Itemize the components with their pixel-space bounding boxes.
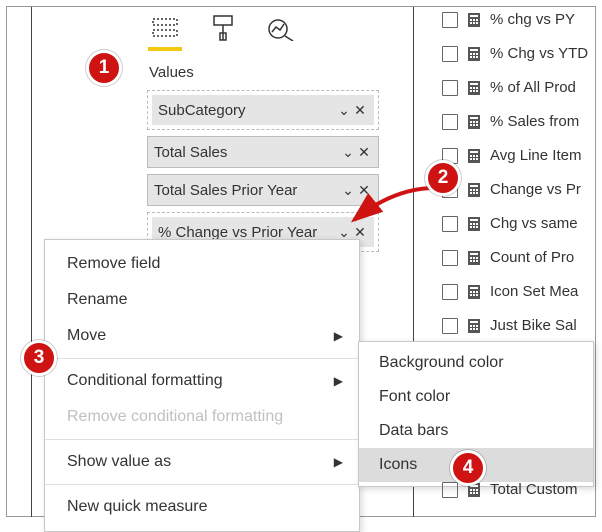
- checkbox-icon[interactable]: [442, 114, 458, 130]
- field-row[interactable]: Avg Line Item: [442, 143, 588, 168]
- remove-icon[interactable]: ✕: [352, 224, 368, 241]
- menu-label: New quick measure: [67, 498, 208, 516]
- field-context-menu: Remove field Rename Move ▶ Conditional fo…: [44, 239, 360, 532]
- checkbox-icon[interactable]: [442, 284, 458, 300]
- field-well-group: Total Sales Prior Year ⌄ ✕: [147, 174, 379, 206]
- chevron-down-icon[interactable]: ⌄: [336, 102, 352, 119]
- field-label: % of All Prod: [490, 79, 576, 96]
- field-pill-subcategory[interactable]: SubCategory ⌄ ✕: [152, 95, 374, 125]
- field-label: Just Bike Sal: [490, 317, 577, 334]
- field-label: Count of Pro: [490, 249, 574, 266]
- menu-label: Conditional formatting: [67, 372, 223, 390]
- chevron-down-icon[interactable]: ⌄: [340, 144, 356, 161]
- field-well-group: Total Sales ⌄ ✕: [147, 136, 379, 168]
- checkbox-icon[interactable]: [442, 80, 458, 96]
- values-label: Values: [149, 64, 194, 81]
- menu-remove-conditional-formatting: Remove conditional formatting: [45, 399, 359, 435]
- divider-left: [31, 7, 32, 517]
- menu-move[interactable]: Move ▶: [45, 318, 359, 354]
- checkbox-icon[interactable]: [442, 250, 458, 266]
- format-tab-icon[interactable]: [208, 13, 238, 43]
- menu-show-value-as[interactable]: Show value as ▶: [45, 444, 359, 480]
- analytics-tab-icon[interactable]: [266, 13, 296, 43]
- field-well-group-top: SubCategory ⌄ ✕: [147, 90, 379, 130]
- field-label: % Sales from: [490, 113, 579, 130]
- measure-icon: [466, 114, 482, 130]
- measure-icon: [466, 318, 482, 334]
- annotation-badge-4: 4: [450, 450, 486, 486]
- chevron-down-icon[interactable]: ⌄: [340, 182, 356, 199]
- field-pill-label: % Change vs Prior Year: [158, 224, 336, 241]
- field-row[interactable]: Chg vs same: [442, 211, 588, 236]
- field-pill-label: SubCategory: [158, 102, 336, 119]
- checkbox-icon[interactable]: [442, 46, 458, 62]
- submenu-arrow-icon: ▶: [334, 329, 343, 343]
- annotation-badge-3: 3: [21, 340, 57, 376]
- menu-label: Icons: [379, 456, 417, 474]
- field-pill-label: Total Sales: [154, 144, 340, 161]
- field-row[interactable]: Count of Pro: [442, 245, 588, 270]
- submenu-arrow-icon: ▶: [334, 455, 343, 469]
- field-label: Change vs Pr: [490, 181, 581, 198]
- menu-label: Data bars: [379, 422, 448, 440]
- menu-rename[interactable]: Rename: [45, 282, 359, 318]
- active-tab-underline: [148, 47, 182, 51]
- field-pill-label: Total Sales Prior Year: [154, 182, 340, 199]
- field-label: Chg vs same: [490, 215, 578, 232]
- menu-remove-field[interactable]: Remove field: [45, 246, 359, 282]
- remove-icon[interactable]: ✕: [352, 102, 368, 119]
- submenu-arrow-icon: ▶: [334, 374, 343, 388]
- menu-separator: [45, 484, 359, 485]
- field-label: % chg vs PY: [490, 11, 575, 28]
- chevron-down-icon[interactable]: ⌄: [336, 224, 352, 241]
- menu-label: Move: [67, 327, 106, 345]
- field-label: % Chg vs YTD: [490, 45, 588, 62]
- menu-conditional-formatting[interactable]: Conditional formatting ▶: [45, 363, 359, 399]
- field-pill-total-sales[interactable]: Total Sales ⌄ ✕: [148, 137, 378, 167]
- measure-icon: [466, 148, 482, 164]
- field-row[interactable]: Icon Set Mea: [442, 279, 588, 304]
- values-field-well: SubCategory ⌄ ✕ Total Sales ⌄ ✕ Total Sa…: [147, 90, 379, 252]
- remove-icon[interactable]: ✕: [356, 182, 372, 199]
- viz-pane-toolbar: [150, 13, 296, 43]
- measure-icon: [466, 284, 482, 300]
- fields-list: % chg vs PY % Chg vs YTD % of All Prod %…: [442, 7, 588, 502]
- measure-icon: [466, 216, 482, 232]
- menu-label: Font color: [379, 388, 450, 406]
- menu-separator: [45, 439, 359, 440]
- annotation-badge-2: 2: [425, 160, 461, 196]
- measure-icon: [466, 182, 482, 198]
- fields-tab-icon[interactable]: [150, 13, 180, 43]
- menu-new-quick-measure[interactable]: New quick measure: [45, 489, 359, 525]
- measure-icon: [466, 80, 482, 96]
- menu-label: Remove field: [67, 255, 160, 273]
- measure-icon: [466, 12, 482, 28]
- field-label: Icon Set Mea: [490, 283, 578, 300]
- checkbox-icon[interactable]: [442, 318, 458, 334]
- checkbox-icon[interactable]: [442, 482, 458, 498]
- field-row[interactable]: % chg vs PY: [442, 7, 588, 32]
- menu-label: Rename: [67, 291, 127, 309]
- menu-separator: [45, 358, 359, 359]
- field-row[interactable]: Change vs Pr: [442, 177, 588, 202]
- measure-icon: [466, 250, 482, 266]
- annotation-badge-1: 1: [86, 50, 122, 86]
- measure-icon: [466, 46, 482, 62]
- menu-label: Show value as: [67, 453, 171, 471]
- checkbox-icon[interactable]: [442, 12, 458, 28]
- field-label: Avg Line Item: [490, 147, 581, 164]
- menu-label: Remove conditional formatting: [67, 408, 283, 426]
- field-row[interactable]: % Chg vs YTD: [442, 41, 588, 66]
- field-row[interactable]: % Sales from: [442, 109, 588, 134]
- field-pill-total-sales-prior-year[interactable]: Total Sales Prior Year ⌄ ✕: [148, 175, 378, 205]
- field-label: Total Custom: [490, 481, 578, 498]
- checkbox-icon[interactable]: [442, 216, 458, 232]
- field-row[interactable]: % of All Prod: [442, 75, 588, 100]
- remove-icon[interactable]: ✕: [356, 144, 372, 161]
- field-row[interactable]: Just Bike Sal: [442, 313, 588, 338]
